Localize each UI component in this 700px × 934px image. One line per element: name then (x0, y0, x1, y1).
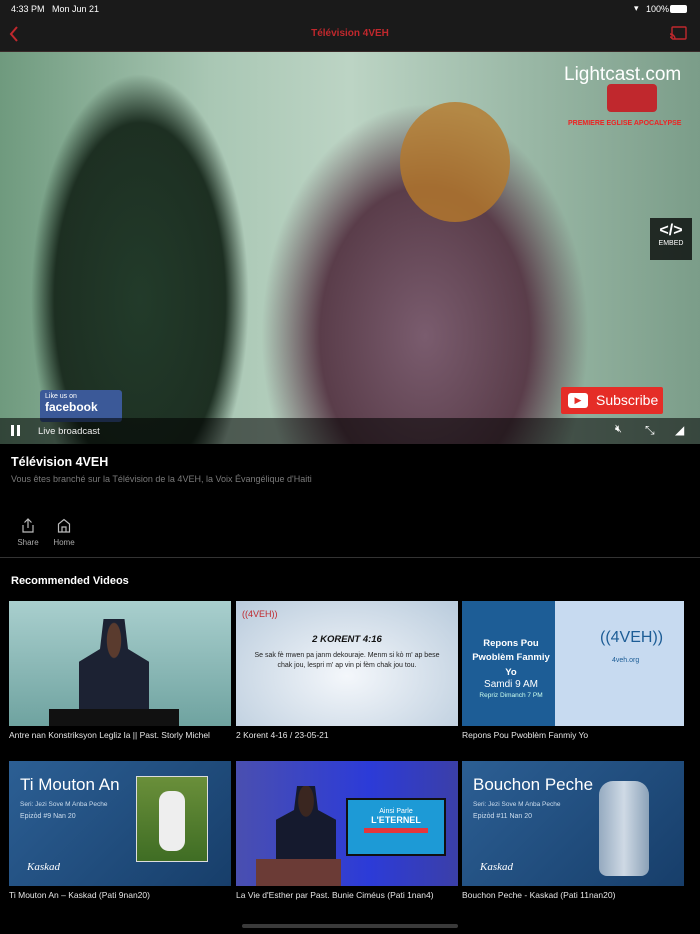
thumb-series: Seri: Jezi Sove M Anba Peche (20, 801, 108, 808)
video-thumbnail[interactable]: ((4VEH)) 2 KORENT 4:16 Se sak fè mwen pa… (236, 601, 458, 726)
video-thumbnail[interactable]: Ti Mouton An Seri: Jezi Sove M Anba Pech… (9, 761, 231, 886)
video-hair (400, 102, 510, 222)
share-icon (22, 518, 34, 533)
subscribe-label: Subscribe (596, 392, 659, 408)
tv-screen: Ainsi Parle L'ETERNEL (346, 798, 446, 856)
code-icon: </> (659, 222, 683, 239)
bottle-image (599, 781, 649, 876)
embed-button[interactable]: </> EMBED (650, 218, 692, 260)
thumb-screen-line2: L'ETERNEL (371, 815, 421, 825)
facebook-line2: facebook (45, 400, 98, 414)
battery-icon (670, 5, 687, 13)
battery-percent: 100% (646, 4, 670, 14)
status-bar: 4:33 PM Mon Jun 21 ▾ 100% (0, 0, 700, 17)
mute-icon[interactable]: 🔇︎ (615, 423, 622, 436)
pause-icon-bar (17, 425, 20, 436)
embed-label: EMBED (658, 240, 684, 247)
channel-logo: ((4VEH)) (242, 609, 278, 619)
sheep-image (136, 776, 208, 862)
thumb-heading: Ti Mouton An (20, 775, 120, 794)
video-thumbnail[interactable]: Repons Pou Pwoblèm Fanmiy Yo Samdi 9 AM … (462, 601, 684, 726)
thumb-screen-line1: Ainsi Parle (379, 808, 413, 815)
pause-icon[interactable] (11, 425, 14, 436)
subscribe-button[interactable]: ▶ Subscribe (561, 387, 663, 414)
wifi-icon: ▾ (634, 3, 639, 13)
thumb-site: 4veh.org (612, 657, 640, 664)
recommended-heading: Recommended Videos (11, 575, 129, 587)
video-title[interactable]: 2 Korent 4-16 / 23-05-21 (236, 730, 329, 740)
church-name: PREMIERE EGLISE APOCALYPSE (568, 120, 682, 127)
nav-title: Télévision 4VEH (311, 28, 389, 39)
video-singer-left (30, 72, 250, 444)
video-thumbnail[interactable] (9, 601, 231, 726)
airplay-icon[interactable]: ◢ (675, 423, 684, 437)
nav-bar: Télévision 4VEH (0, 17, 700, 52)
channel-title: Télévision 4VEH (11, 455, 109, 469)
divider (0, 557, 700, 558)
thumb-brand: Kaskad (27, 861, 60, 873)
thumb-brand: Kaskad (480, 861, 513, 873)
channel-description: Vous êtes branché sur la Télévision de l… (11, 474, 312, 484)
thumb-time: Samdi 9 AM (484, 679, 538, 690)
home-label: Home (53, 538, 75, 547)
share-label: Share (17, 538, 39, 547)
pulpit (256, 859, 341, 886)
fullscreen-icon[interactable]: ⤡ (645, 423, 655, 438)
video-thumbnail[interactable]: Bouchon Peche Seri: Jezi Sove M Anba Pec… (462, 761, 684, 886)
thumb-heading: Bouchon Peche (473, 775, 594, 794)
watermark: Lightcast.com (564, 64, 682, 85)
pulpit (49, 709, 179, 726)
video-player[interactable]: Lightcast.com PREMIERE EGLISE APOCALYPSE… (0, 52, 700, 444)
thumb-text: Se sak fè mwen pa janm dekouraje. Menm s… (254, 652, 440, 669)
thumb-episode: Epizòd #11 Nan 20 (473, 813, 533, 820)
speaker-figure (276, 786, 336, 861)
home-button[interactable]: Home (51, 518, 77, 547)
home-icon (57, 518, 71, 533)
channel-logo: ((4VEH)) (600, 629, 664, 646)
thumb-episode: Epizòd #9 Nan 20 (20, 813, 76, 820)
youtube-icon: ▶ (568, 393, 588, 408)
video-thumbnail[interactable]: Ainsi Parle L'ETERNEL (236, 761, 458, 886)
video-title[interactable]: Repons Pou Pwoblèm Fanmiy Yo (462, 730, 588, 740)
thumb-series: Seri: Jezi Sove M Anba Peche (473, 801, 561, 808)
thumb-heading: 2 KORENT 4:16 (312, 634, 382, 645)
video-title[interactable]: Bouchon Peche - Kaskad (Pati 11nan20) (462, 890, 615, 900)
facebook-line1: Like us on (45, 393, 77, 400)
video-title[interactable]: Ti Mouton An – Kaskad (Pati 9nan20) (9, 890, 150, 900)
home-indicator[interactable] (242, 924, 458, 928)
thumb-heading: Repons Pou Pwoblèm Fanmiy Yo (472, 638, 550, 678)
status-time: 4:33 PM (11, 4, 45, 14)
share-button[interactable]: Share (16, 518, 40, 547)
status-date: Mon Jun 21 (52, 4, 100, 14)
thumb-sub: Repriz Dimanch 7 PM (479, 692, 543, 699)
video-title[interactable]: La Vie d'Esther par Past. Bunie Ciméus (… (236, 890, 434, 900)
player-control-bar: Live broadcast 🔇︎ ⤡ ◢ (0, 418, 700, 444)
video-title[interactable]: Antre nan Konstriksyon Legliz la || Past… (9, 730, 210, 740)
church-logo (607, 84, 657, 112)
live-status: Live broadcast (38, 426, 100, 437)
cast-icon[interactable] (669, 26, 687, 41)
